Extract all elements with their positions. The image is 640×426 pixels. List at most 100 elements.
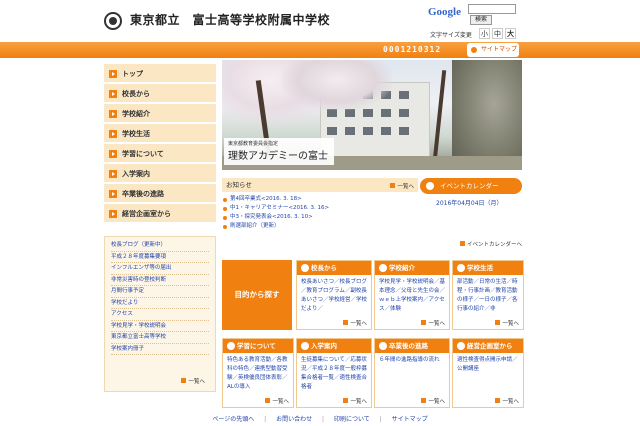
card-header[interactable]: 卒業後の進路 — [375, 339, 449, 353]
nav-label: 卒業後の進路 — [122, 190, 164, 198]
quick-link[interactable]: 学校だより — [111, 298, 209, 309]
quick-link[interactable]: 非常災害時の登校判断 — [111, 275, 209, 286]
nav-label: 学校生活 — [122, 130, 150, 138]
nav-item-admin-office[interactable]: 経営企画室から — [104, 204, 216, 224]
nav-item-top[interactable]: トップ — [104, 64, 216, 84]
visitor-counter: 0001210312 — [383, 45, 442, 54]
footer-separator: | — [264, 416, 267, 423]
school-logo-icon[interactable] — [104, 12, 122, 30]
card-header[interactable]: 学校紹介 — [375, 261, 449, 275]
card-body[interactable]: 校長あいさつ／校長ブログ／教育プログラム／副校長あいさつ／学校経営／学校だより／ — [297, 275, 371, 317]
card-more-link[interactable]: 一覧へ — [343, 397, 367, 405]
purpose-search-button[interactable]: 目的から探す — [222, 260, 292, 330]
circle-icon — [379, 264, 387, 272]
card-admission: 入学案内 生徒募集について／応募状況／平成２８年度一般枠募集合格者一覧／適性検査… — [296, 338, 372, 408]
card-header[interactable]: 学校生活 — [453, 261, 523, 275]
card-title: 入学案内 — [311, 342, 337, 350]
footer-separator: | — [379, 416, 382, 423]
quick-link[interactable]: 学校見学・学校説明会 — [111, 321, 209, 332]
circle-icon — [457, 264, 465, 272]
nav-item-school-life[interactable]: 学校生活 — [104, 124, 216, 144]
nav-label: トップ — [122, 70, 143, 78]
hero-image: 東京都教育委員会指定 理数アカデミーの富士 — [222, 60, 522, 170]
card-body[interactable]: 生徒募集について／応募状況／平成２８年度一般枠募集合格者一覧／適性検査合格者 — [297, 353, 371, 395]
window-shape — [345, 109, 355, 117]
hero-caption: 東京都教育委員会指定 理数アカデミーの富士 — [224, 138, 334, 165]
news-item[interactable]: 中1・キャリアセミナー<2016. 3. 16> — [222, 204, 418, 213]
card-header[interactable]: 学習について — [223, 339, 293, 353]
news-title: お知らせ — [222, 178, 418, 192]
quick-link[interactable]: 月間行事予定 — [111, 286, 209, 298]
footer-link-page-top[interactable]: ページの先頭へ — [212, 416, 254, 423]
circle-icon — [301, 342, 309, 350]
card-more-link[interactable]: 一覧へ — [265, 397, 289, 405]
news-section: お知らせ 一覧へ 第4回卒業式<2016. 3. 18> 中1・キャリアセミナー… — [222, 178, 418, 240]
quick-link[interactable]: アクセス — [111, 309, 209, 321]
card-admin-office: 経営企画室から 適性検査得点開示申請／公開講座 一覧へ — [452, 338, 524, 408]
card-body[interactable]: 学校見学・学校説明会／基本理念／父母と先生の会／ｗｅｂ上学校案内／アクセス／体験 — [375, 275, 449, 317]
window-shape — [345, 127, 355, 135]
quick-link[interactable]: 校長ブログ（更新中） — [111, 240, 209, 252]
search-button[interactable]: 検索 — [470, 15, 492, 25]
news-more-link[interactable]: 一覧へ — [390, 182, 414, 190]
footer-link-print[interactable]: 印刷について — [334, 416, 370, 423]
arrow-icon — [109, 110, 117, 118]
search-input[interactable] — [468, 4, 516, 14]
card-title: 経営企画室から — [467, 342, 513, 350]
arrow-icon — [109, 90, 117, 98]
fontsize-label: 文字サイズ変更 — [430, 32, 472, 39]
card-body[interactable]: 部活動／日常の生活／時程・行事計画／教育活動の様子／一日の様子／各行事の紹介／非 — [453, 275, 523, 317]
card-career: 卒業後の進路 ６年間の進路指導の流れ 一覧へ — [374, 338, 450, 408]
sitemap-button[interactable]: サイトマップ — [467, 43, 519, 57]
card-more-link[interactable]: 一覧へ — [421, 319, 445, 327]
footer-links: ページの先頭へ | お問い合わせ | 印刷について | サイトマップ — [0, 414, 640, 426]
news-item[interactable]: 中3・探究発表会<2016. 3. 10> — [222, 213, 418, 222]
circle-icon — [457, 342, 465, 350]
event-calendar-link[interactable]: イベントカレンダーへ — [460, 240, 522, 248]
event-calendar-button[interactable]: イベントカレンダー — [420, 178, 522, 194]
fontsize-mid-button[interactable]: 中 — [492, 28, 503, 39]
quick-link[interactable]: 平成２８年度募集要項 — [111, 252, 209, 263]
window-shape — [399, 91, 409, 99]
cherry-blossom-shape — [282, 60, 392, 110]
card-body[interactable]: 特色ある教育活動／各教科の特色／連携型動習受験／英検優良団体表彰／ALの導入 — [223, 353, 293, 395]
card-more-link[interactable]: 一覧へ — [495, 397, 519, 405]
window-shape — [381, 109, 391, 117]
card-study: 学習について 特色ある教育活動／各教科の特色／連携型動習受験／英検優良団体表彰／… — [222, 338, 294, 408]
nav-label: 学校紹介 — [122, 110, 150, 118]
school-name[interactable]: 東京都立 富士高等学校附属中学校 — [130, 11, 330, 28]
card-more-link[interactable]: 一覧へ — [421, 397, 445, 405]
fontsize-big-button[interactable]: 大 — [505, 28, 516, 39]
card-header[interactable]: 校長から — [297, 261, 371, 275]
card-more-link[interactable]: 一覧へ — [343, 319, 367, 327]
tree-shape — [452, 60, 522, 170]
quick-links-more-link[interactable]: 一覧へ — [181, 377, 205, 385]
footer-link-sitemap[interactable]: サイトマップ — [392, 416, 428, 423]
footer-separator: | — [322, 416, 325, 423]
nav-item-school-intro[interactable]: 学校紹介 — [104, 104, 216, 124]
quick-link[interactable]: インフルエンザ等の届出 — [111, 263, 209, 275]
calendar-icon — [426, 182, 434, 190]
nav-item-principal[interactable]: 校長から — [104, 84, 216, 104]
card-school-life: 学校生活 部活動／日常の生活／時程・行事計画／教育活動の様子／一日の様子／各行事… — [452, 260, 524, 330]
fontsize-small-button[interactable]: 小 — [479, 28, 490, 39]
quick-link[interactable]: 学校案内冊子 — [111, 344, 209, 355]
card-header[interactable]: 入学案内 — [297, 339, 371, 353]
card-title: 学校生活 — [467, 264, 493, 272]
footer-link-contact[interactable]: お問い合わせ — [276, 416, 312, 423]
news-item[interactable]: 刷選部紹介（更新） — [222, 222, 418, 231]
nav-label: 経営企画室から — [122, 210, 171, 218]
sitemap-label: サイトマップ — [481, 46, 518, 53]
card-more-link[interactable]: 一覧へ — [495, 319, 519, 327]
card-body[interactable]: ６年間の進路指導の流れ — [375, 353, 449, 368]
window-shape — [363, 109, 373, 117]
quick-link[interactable]: 東京都立富士高等学校 — [111, 332, 209, 344]
card-header[interactable]: 経営企画室から — [453, 339, 523, 353]
nav-item-career[interactable]: 卒業後の進路 — [104, 184, 216, 204]
news-item[interactable]: 第4回卒業式<2016. 3. 18> — [222, 195, 418, 204]
arrow-icon — [109, 210, 117, 218]
arrow-icon — [109, 70, 117, 78]
card-body[interactable]: 適性検査得点開示申請／公開講座 — [453, 353, 523, 377]
nav-item-admission[interactable]: 入学案内 — [104, 164, 216, 184]
nav-item-study[interactable]: 学習について — [104, 144, 216, 164]
